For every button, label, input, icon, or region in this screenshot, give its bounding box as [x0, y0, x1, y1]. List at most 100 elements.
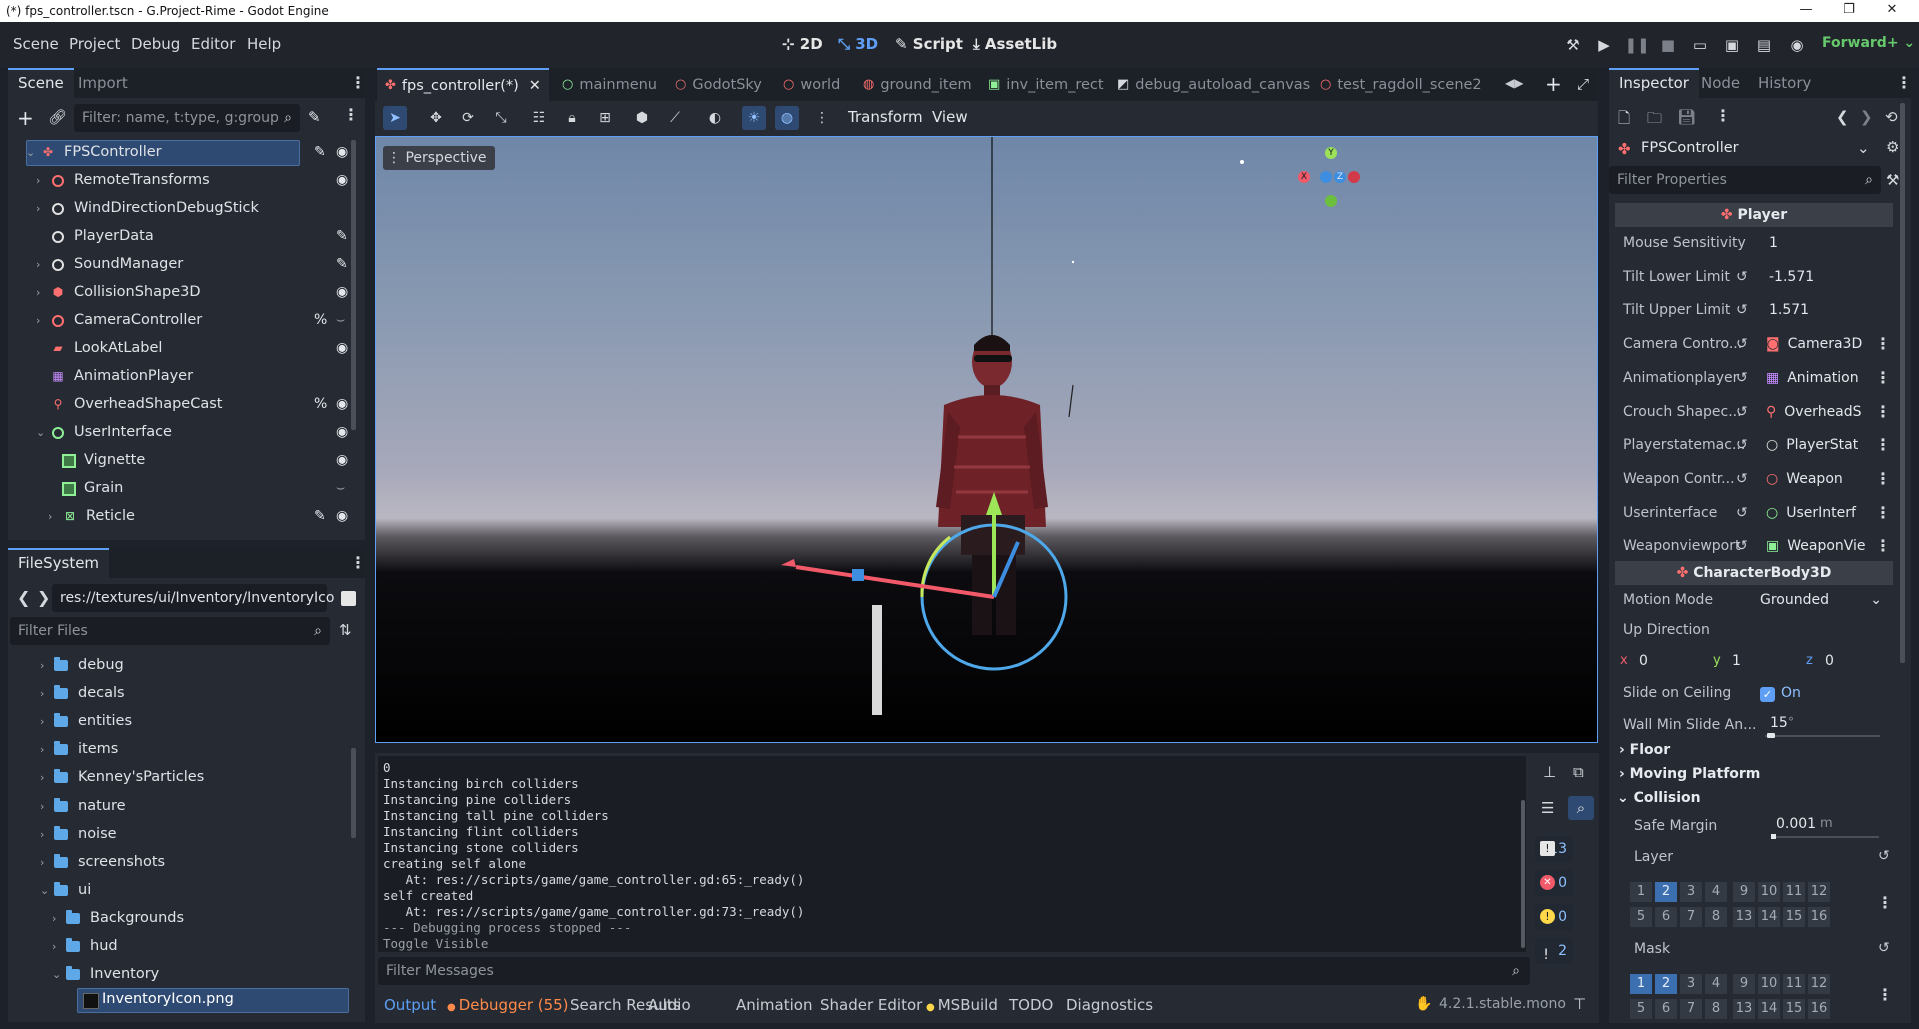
- close-window-button[interactable]: ✕: [1872, 0, 1912, 22]
- scene-node-vignette[interactable]: Vignette: [48, 449, 348, 472]
- new-scene-tab-icon[interactable]: +: [1545, 72, 1562, 96]
- group-floor[interactable]: › Floor: [1619, 742, 1670, 758]
- clear-output-icon[interactable]: ⊥: [1543, 763, 1556, 781]
- scene-node-remotetransforms[interactable]: › RemoteTransforms: [36, 169, 336, 192]
- revert-icon[interactable]: ↺: [1736, 370, 1748, 386]
- lock-icon[interactable]: 🔒︎: [560, 106, 584, 130]
- dock-menu-icon[interactable]: ⋮: [350, 73, 366, 92]
- visibility-eye-icon[interactable]: ◉: [336, 424, 348, 440]
- layer-cell[interactable]: 7: [1680, 907, 1702, 927]
- bottom-tab-0[interactable]: Output: [384, 996, 436, 1014]
- minimize-button[interactable]: —: [1786, 0, 1826, 22]
- back-arrow-icon[interactable]: ❮: [17, 588, 30, 607]
- layer-cell[interactable]: 10: [1758, 882, 1780, 902]
- rotate-tool-icon[interactable]: ⟳: [456, 106, 480, 130]
- prop-value[interactable]: ○ Weapon: [1766, 471, 1843, 487]
- scene-tab-3[interactable]: ○ world: [775, 68, 848, 101]
- revert-icon[interactable]: ↺: [1736, 437, 1748, 453]
- workspace-3d-button[interactable]: ⤡ 3D: [838, 35, 878, 53]
- copy-output-icon[interactable]: ⧉: [1573, 763, 1584, 781]
- prop-menu-icon[interactable]: ⋮: [1875, 503, 1891, 522]
- expand-arrow-icon[interactable]: ›: [40, 823, 54, 846]
- mask-cell[interactable]: 13: [1733, 999, 1755, 1019]
- prop-value[interactable]: ○ UserInterf: [1766, 505, 1856, 521]
- build-hammer-icon[interactable]: ⚒: [1562, 34, 1584, 56]
- update-spinner-icon[interactable]: ✋: [1415, 996, 1432, 1012]
- wall-min-slide-slider[interactable]: 15 °: [1762, 712, 1882, 738]
- group-icon[interactable]: ⊞: [593, 106, 617, 130]
- filter-files-input[interactable]: Filter Files ⌕: [10, 617, 330, 645]
- remote-debug-icon[interactable]: ▭: [1689, 34, 1711, 56]
- workspace-script-button[interactable]: ✎ Script: [895, 35, 963, 53]
- open-folder-icon[interactable]: 🗀︎: [1647, 108, 1662, 133]
- revert-icon[interactable]: ↺: [1736, 538, 1748, 554]
- visibility-hidden-icon[interactable]: ⌣: [336, 480, 345, 496]
- prop-menu-icon[interactable]: ⋮: [1875, 402, 1891, 421]
- collapse-arrow-icon[interactable]: ⌄: [52, 963, 66, 986]
- folder-kenney-sparticles[interactable]: › Kenney'sParticles: [40, 766, 330, 789]
- error-count-button[interactable]: ✕ 0: [1535, 870, 1573, 896]
- folder-backgrounds[interactable]: › Backgrounds: [52, 907, 342, 930]
- instance-scene-icon[interactable]: 🔗︎: [48, 108, 67, 126]
- scene-tab-6[interactable]: ◩ debug_autoload_canvas: [1109, 68, 1318, 101]
- folder-noise[interactable]: › noise: [40, 823, 330, 846]
- select-tool-icon[interactable]: ➤: [383, 106, 407, 130]
- group-collision[interactable]: ⌄ Collision: [1617, 790, 1701, 806]
- menu-scene[interactable]: Scene: [13, 35, 59, 53]
- filter-messages-input[interactable]: Filter Messages ⌕: [378, 957, 1530, 985]
- revert-icon[interactable]: ↺: [1736, 269, 1748, 285]
- visibility-eye-icon[interactable]: ◉: [336, 172, 348, 188]
- folder-decals[interactable]: › decals: [40, 682, 330, 705]
- maximize-button[interactable]: ❐: [1829, 0, 1869, 22]
- save-icon[interactable]: 💾︎: [1677, 108, 1696, 126]
- scene-tab-4[interactable]: ◍ ground_item: [855, 68, 980, 101]
- 3d-viewport[interactable]: ⋮ Perspective Y X Z: [375, 136, 1598, 743]
- script-icon[interactable]: ✎: [314, 508, 326, 524]
- scene-node-userinterface[interactable]: ⌄ UserInterface: [36, 421, 336, 444]
- renderer-select[interactable]: Forward+ ⌄: [1822, 35, 1915, 51]
- layer-cell[interactable]: 8: [1705, 907, 1727, 927]
- mask-cell[interactable]: 15: [1783, 999, 1805, 1019]
- mask-cell[interactable]: 4: [1705, 974, 1727, 994]
- filter-properties-input[interactable]: Filter Properties ⌕: [1609, 166, 1881, 194]
- expand-arrow-icon[interactable]: ›: [36, 309, 50, 332]
- prop-value[interactable]: ⚲ OverheadS: [1766, 404, 1862, 420]
- script-icon[interactable]: ✎: [314, 144, 326, 160]
- camera-override-icon[interactable]: ◐: [703, 106, 727, 130]
- safe-margin-slider[interactable]: 0.001 m: [1768, 812, 1883, 839]
- scene-node-winddirectiondebugstick[interactable]: › WindDirectionDebugStick: [36, 197, 336, 220]
- mask-cell[interactable]: 6: [1655, 999, 1677, 1019]
- split-view-icon[interactable]: [341, 591, 356, 606]
- version-label[interactable]: 4.2.1.stable.mono: [1439, 996, 1566, 1012]
- collapse-arrow-icon[interactable]: ⌄: [40, 879, 54, 902]
- expand-arrow-icon[interactable]: ›: [40, 851, 54, 874]
- prop-menu-icon[interactable]: ⋮: [1875, 334, 1891, 353]
- expand-arrow-icon[interactable]: ›: [36, 197, 50, 220]
- bottom-tab-4[interactable]: Animation: [736, 996, 812, 1014]
- play-scene-icon[interactable]: ▣: [1721, 34, 1743, 56]
- stop-icon[interactable]: ■: [1657, 34, 1679, 56]
- menu-project[interactable]: Project: [69, 35, 120, 53]
- scene-node-animationplayer[interactable]: ▦ AnimationPlayer: [36, 365, 336, 388]
- movie-maker-icon[interactable]: ◉: [1786, 34, 1808, 56]
- up-direction-x[interactable]: 0: [1639, 653, 1648, 669]
- filesystem-scrollbar[interactable]: [351, 748, 356, 838]
- scene-node-cameracontroller[interactable]: › CameraController: [36, 309, 336, 332]
- layer-cell[interactable]: 4: [1705, 882, 1727, 902]
- mask-cell[interactable]: 3: [1680, 974, 1702, 994]
- attach-script-icon[interactable]: ✎: [308, 108, 321, 126]
- scene-tab-0[interactable]: ✤ fps_controller(*) ✕: [377, 68, 549, 101]
- filesystem-path-input[interactable]: res://textures/ui/Inventory/InventoryIco: [52, 584, 334, 612]
- filesystem-menu-icon[interactable]: ⋮: [350, 553, 366, 572]
- scene-node-playerdata[interactable]: PlayerData: [36, 225, 336, 248]
- list-select-icon[interactable]: ☷: [527, 106, 551, 130]
- scene-node-collisionshape3d[interactable]: › ⬢ CollisionShape3D: [36, 281, 336, 304]
- expand-arrow-icon[interactable]: ›: [36, 169, 50, 192]
- mask-cell[interactable]: 8: [1705, 999, 1727, 1019]
- scene-node-reticle[interactable]: › ⊠ Reticle: [48, 505, 348, 528]
- slide-on-ceiling-checkbox[interactable]: ✓ On: [1757, 684, 1817, 706]
- prop-menu-icon[interactable]: ⋮: [1875, 435, 1891, 454]
- visibility-eye-icon[interactable]: ◉: [336, 340, 348, 356]
- layer-cell[interactable]: 2: [1655, 882, 1677, 902]
- revert-icon[interactable]: ↺: [1736, 336, 1748, 352]
